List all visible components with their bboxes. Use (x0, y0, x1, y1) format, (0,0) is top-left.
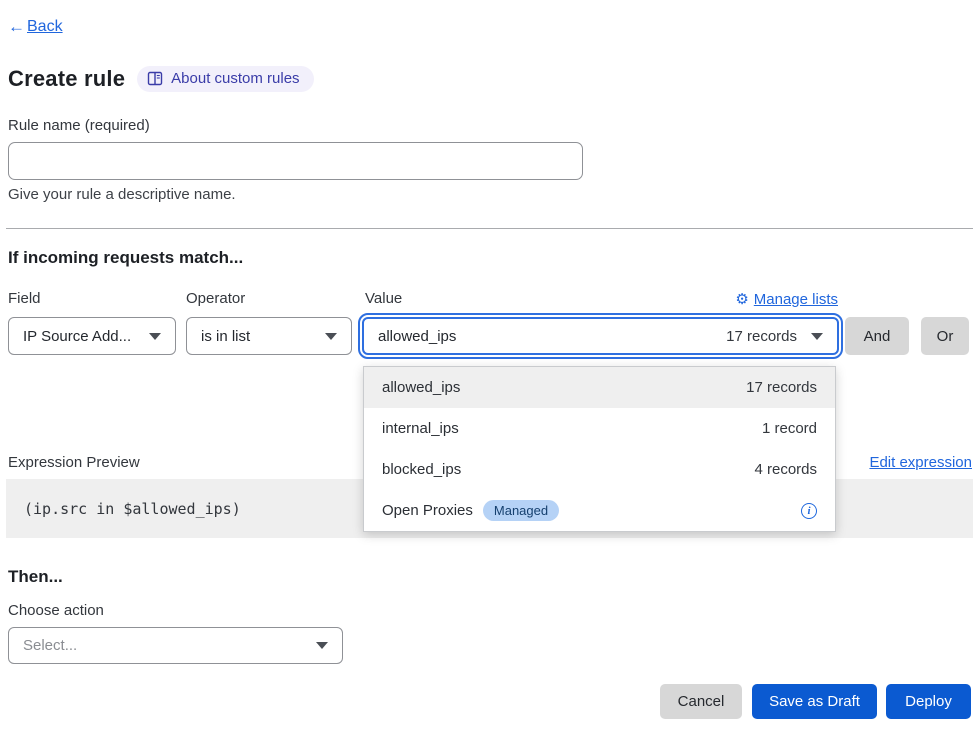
book-icon (147, 71, 163, 86)
rule-name-input[interactable] (8, 142, 583, 180)
title-row: Create rule About custom rules (8, 66, 314, 92)
list-item-allowed-ips[interactable]: allowed_ips 17 records (364, 367, 835, 408)
list-item-open-proxies[interactable]: Open Proxies Managed i (364, 490, 835, 531)
operator-select[interactable]: is in list (186, 317, 352, 355)
back-link[interactable]: ← Back (8, 17, 63, 37)
edit-expression-link[interactable]: Edit expression (869, 454, 972, 471)
field-select-value: IP Source Add... (23, 328, 131, 345)
value-label: Value (365, 290, 402, 307)
field-select[interactable]: IP Source Add... (8, 317, 176, 355)
action-select-placeholder: Select... (23, 637, 77, 654)
deploy-button[interactable]: Deploy (886, 684, 971, 719)
list-item-internal-ips[interactable]: internal_ips 1 record (364, 408, 835, 449)
cancel-button[interactable]: Cancel (660, 684, 742, 719)
list-item-name: allowed_ips (382, 379, 460, 396)
list-item-blocked-ips[interactable]: blocked_ips 4 records (364, 449, 835, 490)
action-select[interactable]: Select... (8, 627, 343, 664)
rule-name-label: Rule name (required) (8, 117, 150, 134)
expression-preview-label: Expression Preview (8, 454, 140, 471)
info-icon[interactable]: i (801, 503, 817, 519)
rule-name-helper: Give your rule a descriptive name. (8, 186, 236, 203)
manage-lists-link[interactable]: Manage lists (754, 291, 838, 308)
operator-select-value: is in list (201, 328, 250, 345)
section-divider (6, 228, 973, 229)
or-button[interactable]: Or (921, 317, 969, 355)
and-button[interactable]: And (845, 317, 909, 355)
page-title: Create rule (8, 66, 125, 92)
value-select-records: 17 records (726, 328, 811, 345)
field-label: Field (8, 290, 41, 307)
about-badge-label: About custom rules (171, 70, 299, 87)
gear-icon: ⚙ (735, 292, 748, 307)
back-arrow-icon: ← (8, 17, 25, 37)
operator-label: Operator (186, 290, 245, 307)
value-select-value: allowed_ips (378, 328, 456, 345)
list-item-name: internal_ips (382, 420, 459, 437)
list-item-records: 1 record (762, 420, 817, 437)
list-item-records: 4 records (754, 461, 817, 478)
save-as-draft-button[interactable]: Save as Draft (752, 684, 877, 719)
chevron-down-icon (811, 333, 823, 340)
value-select[interactable]: allowed_ips 17 records (362, 317, 839, 355)
list-dropdown-panel: allowed_ips 17 records internal_ips 1 re… (363, 366, 836, 532)
about-custom-rules-badge[interactable]: About custom rules (137, 66, 313, 92)
expression-code: (ip.src in $allowed_ips) (24, 500, 241, 518)
list-item-records: 17 records (746, 379, 817, 396)
managed-badge: Managed (483, 500, 559, 521)
manage-lists[interactable]: ⚙ Manage lists (735, 291, 838, 308)
then-section-heading: Then... (8, 567, 63, 587)
list-item-name: blocked_ips (382, 461, 461, 478)
list-item-name: Open Proxies (382, 502, 473, 519)
chevron-down-icon (149, 333, 161, 340)
chevron-down-icon (325, 333, 337, 340)
create-rule-page: ← Back Create rule About custom rules Ru… (0, 0, 979, 739)
chevron-down-icon (316, 642, 328, 649)
match-section-heading: If incoming requests match... (8, 248, 243, 268)
choose-action-label: Choose action (8, 602, 104, 619)
back-link-label[interactable]: Back (27, 18, 63, 36)
